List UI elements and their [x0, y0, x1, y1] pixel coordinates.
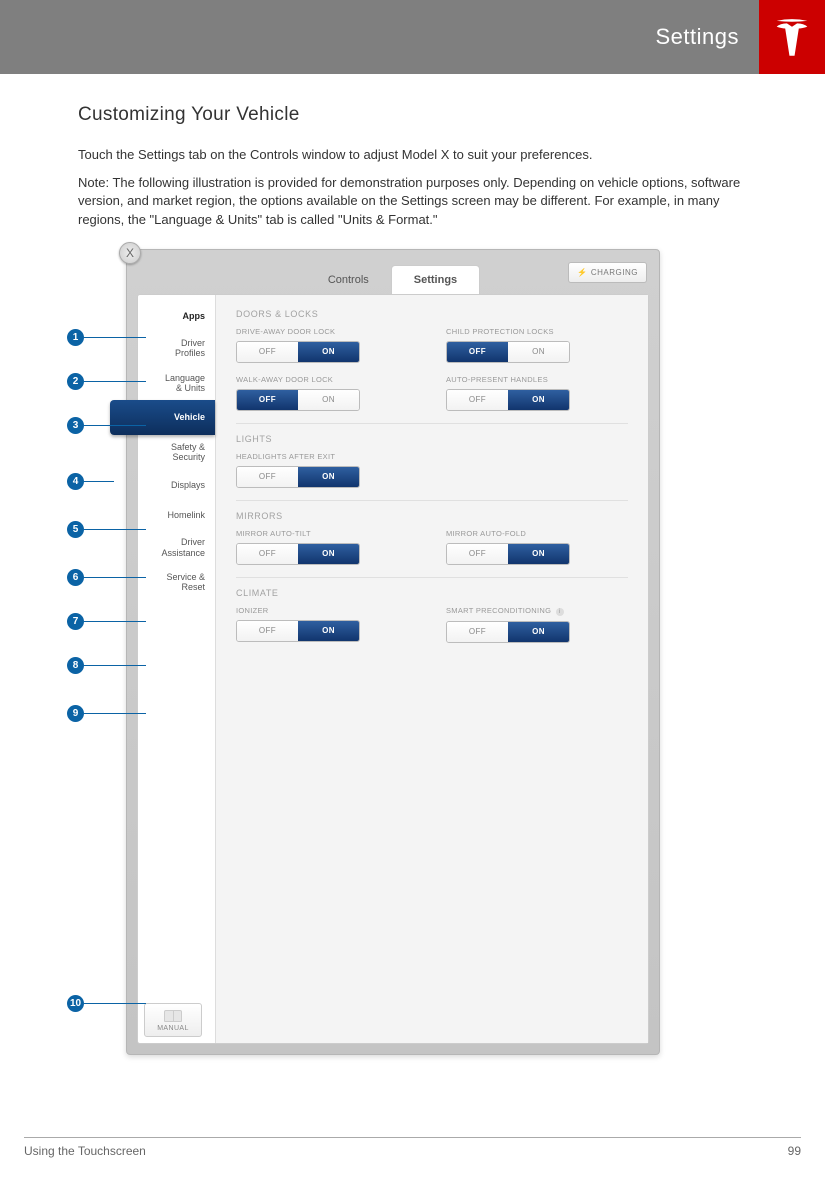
- sidebar-item-displays[interactable]: Displays: [138, 470, 215, 500]
- toggle-auto-present-handles[interactable]: OFF ON: [446, 389, 570, 411]
- label-headlights-after-exit: HEADLIGHTS AFTER EXIT: [236, 452, 418, 461]
- callout-2: 2: [67, 373, 84, 390]
- toggle-headlights-after-exit[interactable]: OFF ON: [236, 466, 360, 488]
- toggle-on[interactable]: ON: [508, 622, 569, 642]
- sidebar-item-safety-security[interactable]: Safety &Security: [138, 435, 215, 470]
- charging-label: CHARGING: [591, 268, 638, 277]
- page-footer: Using the Touchscreen 99: [24, 1137, 801, 1158]
- toggle-child-protection-locks[interactable]: OFF ON: [446, 341, 570, 363]
- toggle-off[interactable]: OFF: [237, 544, 298, 564]
- intro-paragraph-2: Note: The following illustration is prov…: [78, 174, 757, 229]
- toggle-off[interactable]: OFF: [447, 390, 508, 410]
- manual-label: MANUAL: [157, 1025, 189, 1032]
- info-icon[interactable]: i: [556, 608, 564, 616]
- group-climate: CLIMATE: [236, 588, 628, 598]
- toggle-off[interactable]: OFF: [447, 544, 508, 564]
- callout-8: 8: [67, 657, 84, 674]
- footer-section: Using the Touchscreen: [24, 1144, 146, 1158]
- toggle-smart-preconditioning[interactable]: OFF ON: [446, 621, 570, 643]
- manual-button[interactable]: MANUAL: [144, 1003, 202, 1037]
- label-mirror-auto-tilt: MIRROR AUTO-TILT: [236, 529, 418, 538]
- callout-5: 5: [67, 521, 84, 538]
- callout-7: 7: [67, 613, 84, 630]
- toggle-on[interactable]: ON: [508, 342, 569, 362]
- toggle-on[interactable]: ON: [508, 544, 569, 564]
- group-lights: LIGHTS: [236, 434, 628, 444]
- group-doors-locks: DOORS & LOCKS: [236, 309, 628, 319]
- toggle-ionizer[interactable]: OFF ON: [236, 620, 360, 642]
- toggle-on[interactable]: ON: [298, 544, 359, 564]
- bolt-icon: ⚡: [577, 268, 587, 277]
- toggle-on[interactable]: ON: [298, 342, 359, 362]
- callout-6: 6: [67, 569, 84, 586]
- content-area: Customizing Your Vehicle Touch the Setti…: [0, 74, 825, 229]
- book-icon: [164, 1010, 182, 1022]
- header-bar: Settings: [0, 0, 825, 74]
- tab-controls[interactable]: Controls: [306, 266, 391, 294]
- callout-3: 3: [67, 417, 84, 434]
- page-number: 99: [788, 1144, 801, 1158]
- tab-settings[interactable]: Settings: [391, 265, 480, 294]
- group-mirrors: MIRRORS: [236, 511, 628, 521]
- sidebar-item-driver-assistance[interactable]: DriverAssistance: [138, 530, 215, 565]
- intro-paragraph-1: Touch the Settings tab on the Controls w…: [78, 146, 757, 164]
- callout-9: 9: [67, 705, 84, 722]
- toggle-off[interactable]: OFF: [237, 342, 298, 362]
- toggle-on[interactable]: ON: [508, 390, 569, 410]
- toggle-off[interactable]: OFF: [237, 467, 298, 487]
- charging-button[interactable]: ⚡ CHARGING: [568, 262, 647, 283]
- sidebar-item-service-reset[interactable]: Service &Reset: [138, 565, 215, 600]
- label-mirror-auto-fold: MIRROR AUTO-FOLD: [446, 529, 628, 538]
- toggle-on[interactable]: ON: [298, 621, 359, 641]
- label-child-protection-locks: CHILD PROTECTION LOCKS: [446, 327, 628, 336]
- toggle-mirror-auto-fold[interactable]: OFF ON: [446, 543, 570, 565]
- inner-panel: Apps DriverProfiles Language& Units Vehi…: [137, 294, 649, 1044]
- label-ionizer: IONIZER: [236, 606, 418, 615]
- sidebar-item-apps[interactable]: Apps: [138, 301, 215, 331]
- toggle-drive-away-door-lock[interactable]: OFF ON: [236, 341, 360, 363]
- sidebar-item-language-units[interactable]: Language& Units: [138, 366, 215, 401]
- callout-4: 4: [67, 473, 84, 490]
- callout-10: 10: [67, 995, 84, 1012]
- label-auto-present-handles: AUTO-PRESENT HANDLES: [446, 375, 628, 384]
- toggle-off[interactable]: OFF: [447, 622, 508, 642]
- settings-panel: X Controls Settings ⚡ CHARGING Apps Driv…: [126, 249, 660, 1055]
- toggle-on[interactable]: ON: [298, 390, 359, 410]
- label-drive-away-door-lock: DRIVE-AWAY DOOR LOCK: [236, 327, 418, 336]
- section-heading: Customizing Your Vehicle: [78, 104, 757, 126]
- tesla-logo: [759, 0, 825, 74]
- sidebar-item-homelink[interactable]: Homelink: [138, 500, 215, 530]
- settings-main: DOORS & LOCKS DRIVE-AWAY DOOR LOCK OFF O…: [216, 295, 648, 1043]
- toggle-mirror-auto-tilt[interactable]: OFF ON: [236, 543, 360, 565]
- callout-1: 1: [67, 329, 84, 346]
- toggle-off[interactable]: OFF: [237, 621, 298, 641]
- label-walk-away-door-lock: WALK-AWAY DOOR LOCK: [236, 375, 418, 384]
- toggle-off[interactable]: OFF: [237, 390, 298, 410]
- sidebar-item-driver-profiles[interactable]: DriverProfiles: [138, 331, 215, 366]
- sidebar-item-vehicle[interactable]: Vehicle: [110, 400, 215, 434]
- settings-sidebar: Apps DriverProfiles Language& Units Vehi…: [138, 295, 216, 1043]
- tesla-logo-icon: [775, 18, 809, 56]
- toggle-walk-away-door-lock[interactable]: OFF ON: [236, 389, 360, 411]
- toggle-off[interactable]: OFF: [447, 342, 508, 362]
- label-smart-preconditioning: SMART PRECONDITIONING i: [446, 606, 628, 616]
- page-title: Settings: [656, 24, 740, 50]
- toggle-on[interactable]: ON: [298, 467, 359, 487]
